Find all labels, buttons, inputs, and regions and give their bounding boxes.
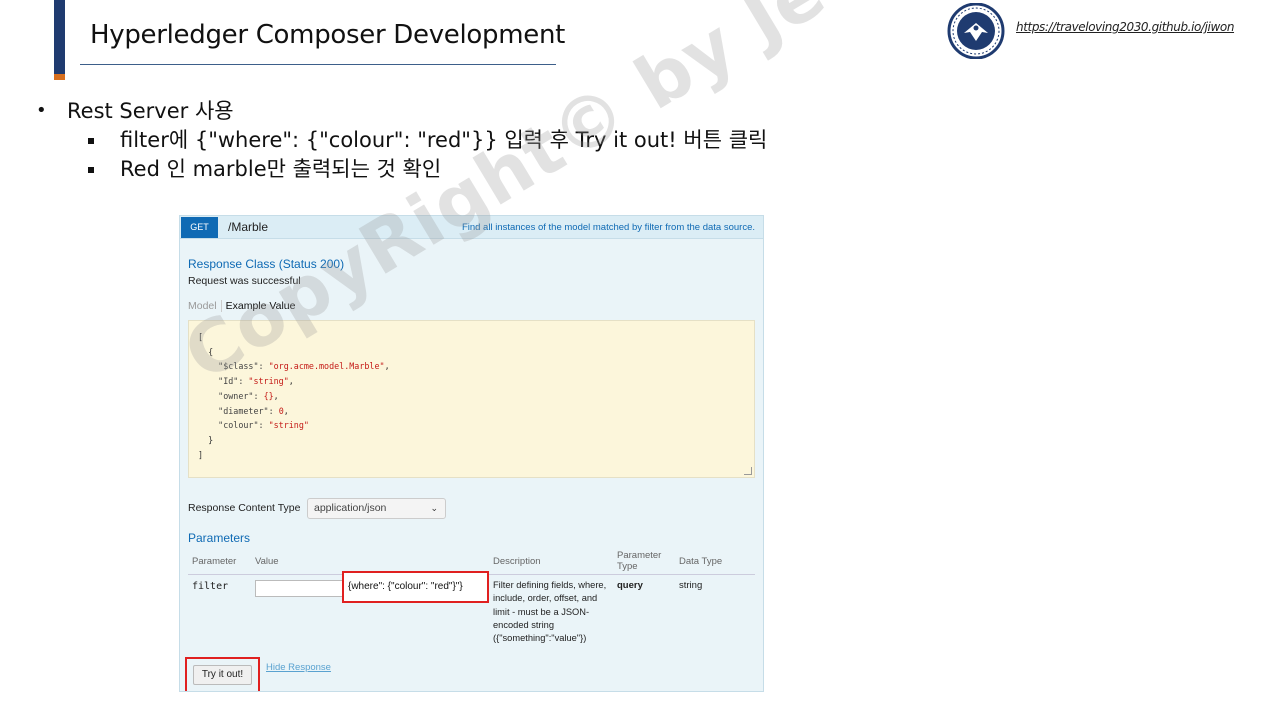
title-accent-bar (54, 0, 65, 80)
code-line: { (198, 346, 214, 357)
code-key: "Id": (198, 376, 249, 387)
swagger-operation-panel: GET /Marble Find all instances of the mo… (179, 215, 764, 692)
http-method-badge[interactable]: GET (181, 217, 218, 238)
code-value: {} (263, 390, 274, 401)
code-line: "$class": "org.acme.model.Marble", (198, 361, 390, 372)
response-class-heading: Response Class (Status 200) (188, 257, 345, 271)
bullet-dot-icon: • (36, 100, 47, 121)
bullet-sub-1: filter에 {"where": {"colour": "red"}} 입력 … (36, 126, 767, 155)
filter-value-highlight[interactable]: {where": {"colour": "red"}"} (342, 571, 489, 603)
bullet-square-icon (88, 167, 94, 173)
bullet-square-icon (88, 138, 94, 144)
param-type: query (617, 580, 643, 591)
site-link[interactable]: https://traveloving2030.github.io/jiwon (1016, 20, 1234, 34)
filter-value-text: {where": {"colour": "red"}"} (348, 581, 463, 592)
code-line: "Id": "string", (198, 376, 294, 387)
response-content-type-label: Response Content Type (188, 502, 301, 514)
parameters-heading: Parameters (188, 531, 251, 545)
param-name: filter (192, 581, 229, 592)
code-line: ] (198, 449, 204, 460)
bullet-sub-text: Red 인 marble만 출력되는 것 확인 (120, 157, 442, 181)
try-button-highlight: Try it out! (185, 657, 260, 691)
code-line: "colour": "string" (198, 418, 390, 433)
code-line: } (198, 434, 214, 445)
param-description: Filter defining fields, where, include, … (493, 580, 607, 644)
try-it-out-button[interactable]: Try it out! (193, 665, 252, 685)
select-value: application/json (314, 502, 387, 514)
slide-title: Hyperledger Composer Development (90, 20, 566, 50)
title-divider (80, 64, 556, 65)
code-value: "org.acme.model.Marble" (268, 361, 385, 372)
code-key: "$class": (198, 361, 269, 372)
response-content-type-select[interactable]: application/json ⌄ (307, 498, 446, 519)
code-key: "owner": (198, 390, 264, 401)
bullet-list: • Rest Server 사용 filter에 {"where": {"col… (36, 96, 767, 184)
col-description: Description (493, 556, 541, 567)
bullet-sub-2: Red 인 marble만 출력되는 것 확인 (36, 155, 767, 184)
resize-handle-icon[interactable] (744, 467, 752, 475)
schema-tabs: Model Example Value (188, 300, 295, 312)
endpoint-summary[interactable]: Find all instances of the model matched … (462, 222, 755, 233)
hide-response-link[interactable]: Hide Response (266, 662, 331, 673)
col-value: Value (255, 556, 279, 567)
col-parameter-type: Parameter Type (617, 550, 662, 572)
operation-header[interactable]: GET /Marble Find all instances of the mo… (180, 216, 763, 239)
col-parameter: Parameter (192, 556, 237, 567)
bullet-main: • Rest Server 사용 (36, 96, 767, 126)
code-value: "string" (248, 376, 289, 387)
code-key: "diameter": (198, 405, 279, 416)
code-line: [ (198, 332, 204, 342)
example-json: [ { "$class": "org.acme.model.Marble", "… (198, 330, 390, 462)
bullet-main-text: Rest Server 사용 (67, 99, 234, 123)
bullet-sub-text: filter에 {"where": {"colour": "red"}} 입력 … (120, 128, 768, 152)
param-data-type: string (679, 580, 703, 591)
code-value: "string" (268, 420, 309, 431)
col-data-type: Data Type (679, 556, 723, 567)
code-line: "owner": {}, (198, 390, 279, 401)
code-line: "diameter": 0, (198, 405, 289, 416)
response-message: Request was successful (188, 275, 301, 287)
endpoint-path[interactable]: /Marble (228, 220, 268, 234)
filter-input[interactable] (255, 580, 345, 597)
code-key: "colour": (198, 420, 269, 431)
code-value: 0 (278, 405, 284, 416)
tab-example-value[interactable]: Example Value (222, 300, 296, 312)
chevron-down-icon: ⌄ (430, 503, 438, 513)
example-value-code[interactable]: [ { "$class": "org.acme.model.Marble", "… (188, 320, 755, 478)
university-seal-logo (947, 3, 1005, 59)
tab-model[interactable]: Model (188, 300, 222, 312)
